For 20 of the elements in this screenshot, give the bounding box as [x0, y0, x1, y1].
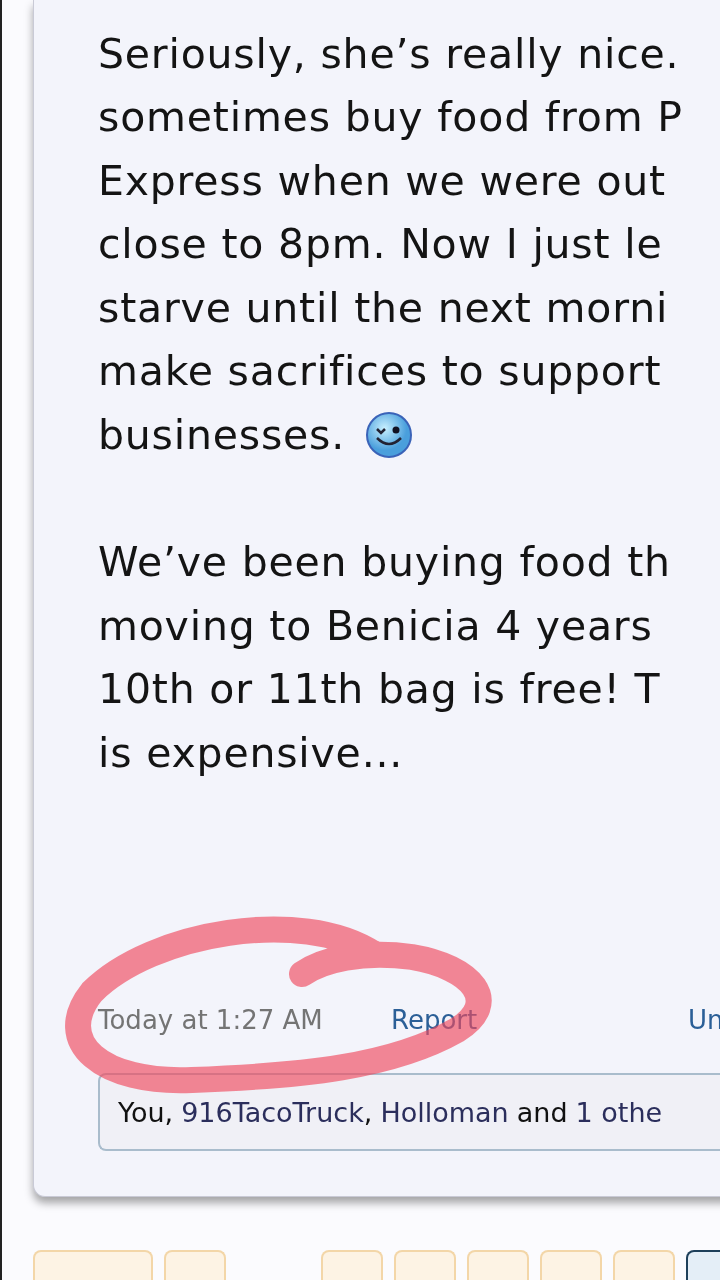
user-link[interactable]: 1 othe [575, 1096, 663, 1128]
user-link[interactable]: 916TacoTruck [181, 1096, 364, 1128]
prev-page-button[interactable] [33, 1250, 153, 1280]
post-text-line: 10th or 11th bag is free! T [98, 665, 661, 714]
post-text-line: Express when we were out [98, 156, 666, 205]
winking-smiley-icon [365, 410, 414, 459]
post-text-line: sometimes buy food from P [98, 93, 683, 142]
post-text-line: starve until the next morni [98, 283, 669, 332]
likes-text: and [516, 1096, 568, 1128]
post-text-line: businesses. [98, 410, 346, 459]
post-text-line: Seriously, she’s really nice. [98, 29, 680, 78]
user-link[interactable]: Holloman [380, 1096, 509, 1128]
likes-text: , [363, 1096, 373, 1128]
post-text-line: moving to Benicia 4 years [98, 601, 653, 650]
post-timestamp: Today at 1:27 AM [98, 1005, 324, 1035]
post-text-line: is expensive... [98, 728, 404, 777]
post-text-line: We’ve been buying food th [98, 538, 671, 587]
post-text-line: make sacrifices to support [98, 347, 662, 396]
likes-text: You, [118, 1096, 174, 1128]
post-text-line: close to 8pm. Now I just le [98, 220, 663, 269]
